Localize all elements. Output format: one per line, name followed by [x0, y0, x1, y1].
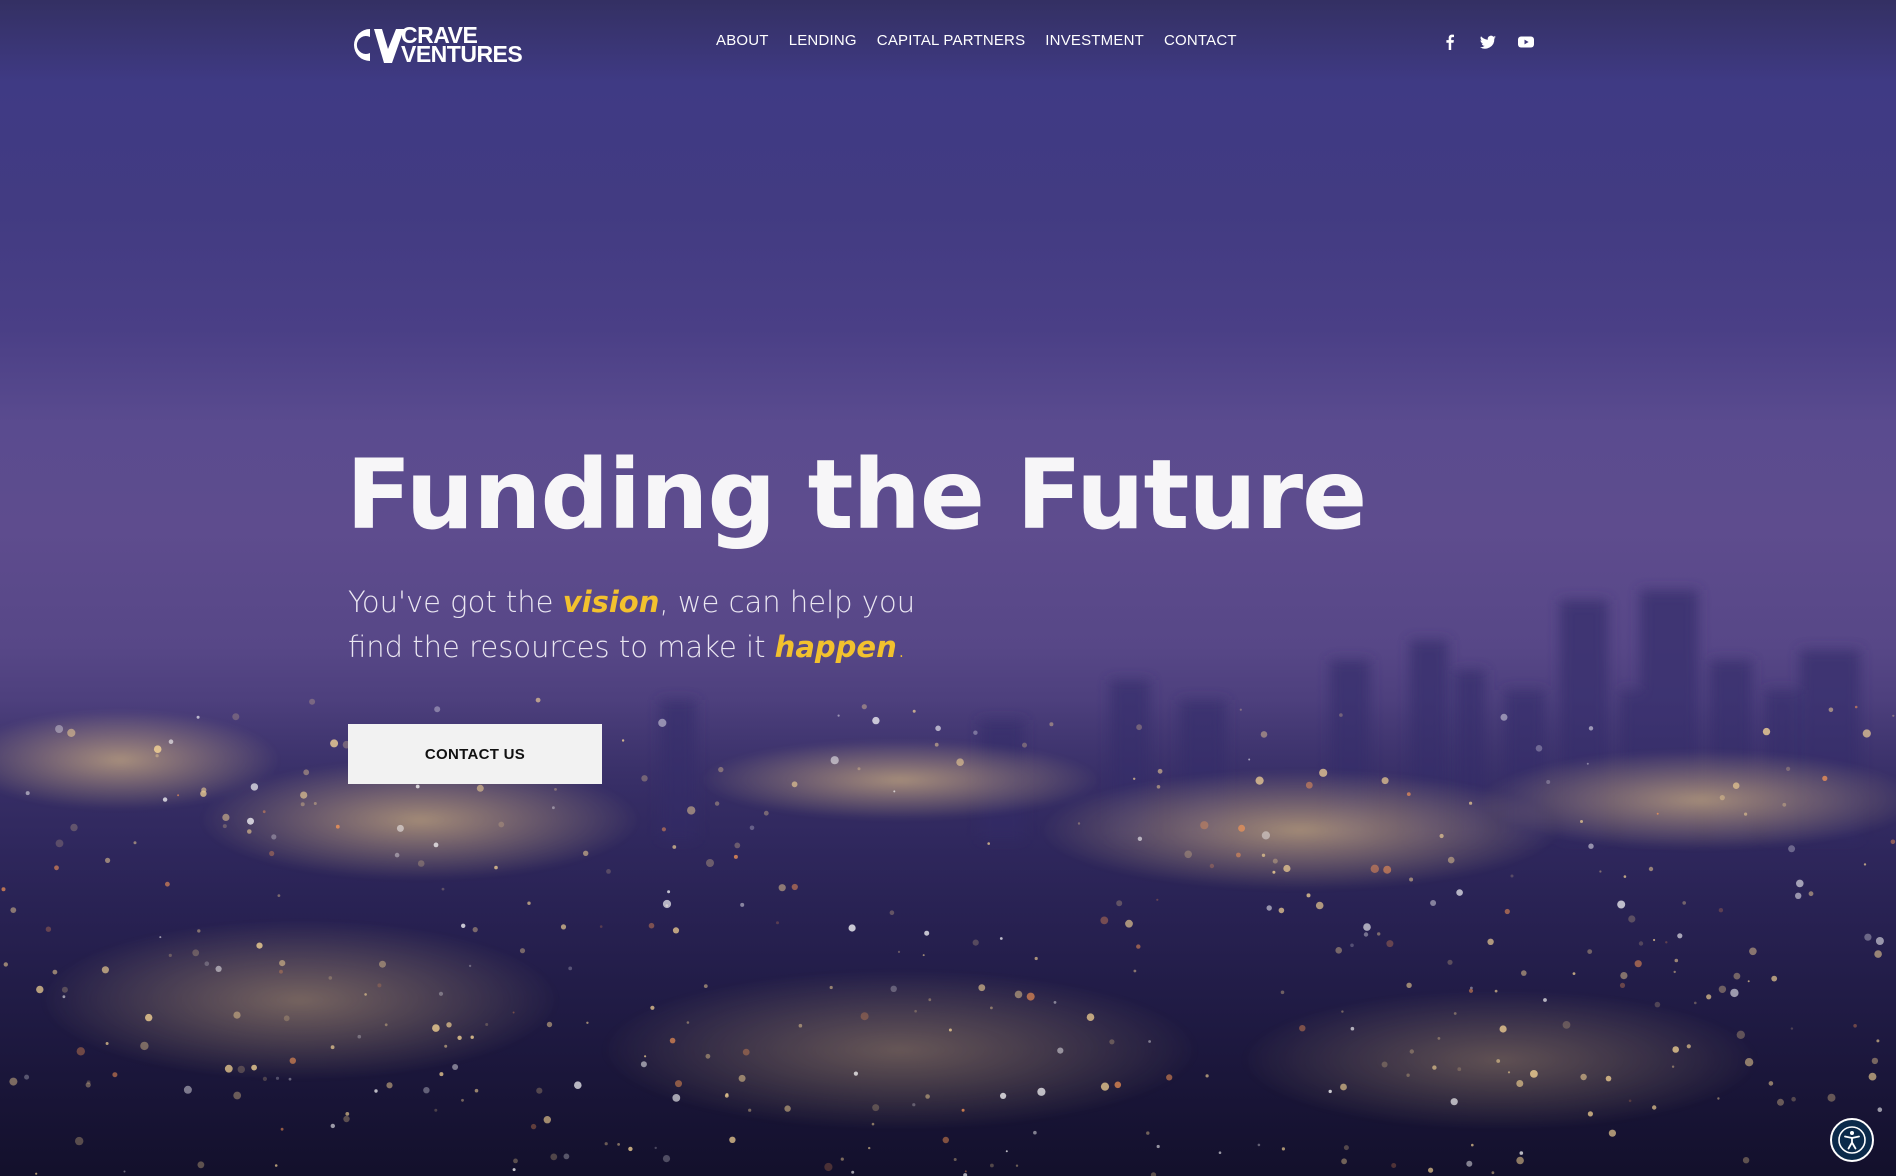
site-header: CRAVE VENTURES ABOUT LENDING CAPITAL PAR… — [0, 0, 1896, 88]
crave-ventures-logo-icon — [354, 29, 404, 63]
accessibility-icon — [1838, 1126, 1866, 1154]
nav-lending[interactable]: LENDING — [789, 32, 857, 49]
subhead-period: . — [896, 630, 906, 664]
social-links — [1440, 32, 1536, 52]
hero-section: CRAVE VENTURES ABOUT LENDING CAPITAL PAR… — [0, 0, 1896, 1176]
main-nav: ABOUT LENDING CAPITAL PARTNERS INVESTMEN… — [716, 32, 1237, 49]
subhead-text-1: You've got the — [348, 585, 563, 619]
subhead-emphasis-happen: happen — [774, 630, 897, 664]
twitter-icon[interactable] — [1478, 32, 1498, 52]
accessibility-button[interactable] — [1830, 1118, 1874, 1162]
subhead-emphasis-vision: vision — [562, 585, 660, 619]
logo-wordmark: CRAVE VENTURES — [401, 24, 523, 67]
nav-investment[interactable]: INVESTMENT — [1045, 32, 1144, 49]
hero-subheading: You've got the vision, we can help you f… — [348, 580, 968, 670]
contact-us-button[interactable]: CONTACT US — [348, 724, 602, 784]
nav-capital-partners[interactable]: CAPITAL PARTNERS — [877, 32, 1026, 49]
nav-contact[interactable]: CONTACT — [1164, 32, 1237, 49]
youtube-icon[interactable] — [1516, 32, 1536, 52]
facebook-icon[interactable] — [1440, 32, 1460, 52]
nav-about[interactable]: ABOUT — [716, 32, 769, 49]
logo-line-2: VENTURES — [401, 41, 523, 67]
hero-headline: Funding the Future — [346, 439, 1367, 551]
crave-ventures-logo[interactable]: CRAVE VENTURES — [348, 24, 533, 66]
